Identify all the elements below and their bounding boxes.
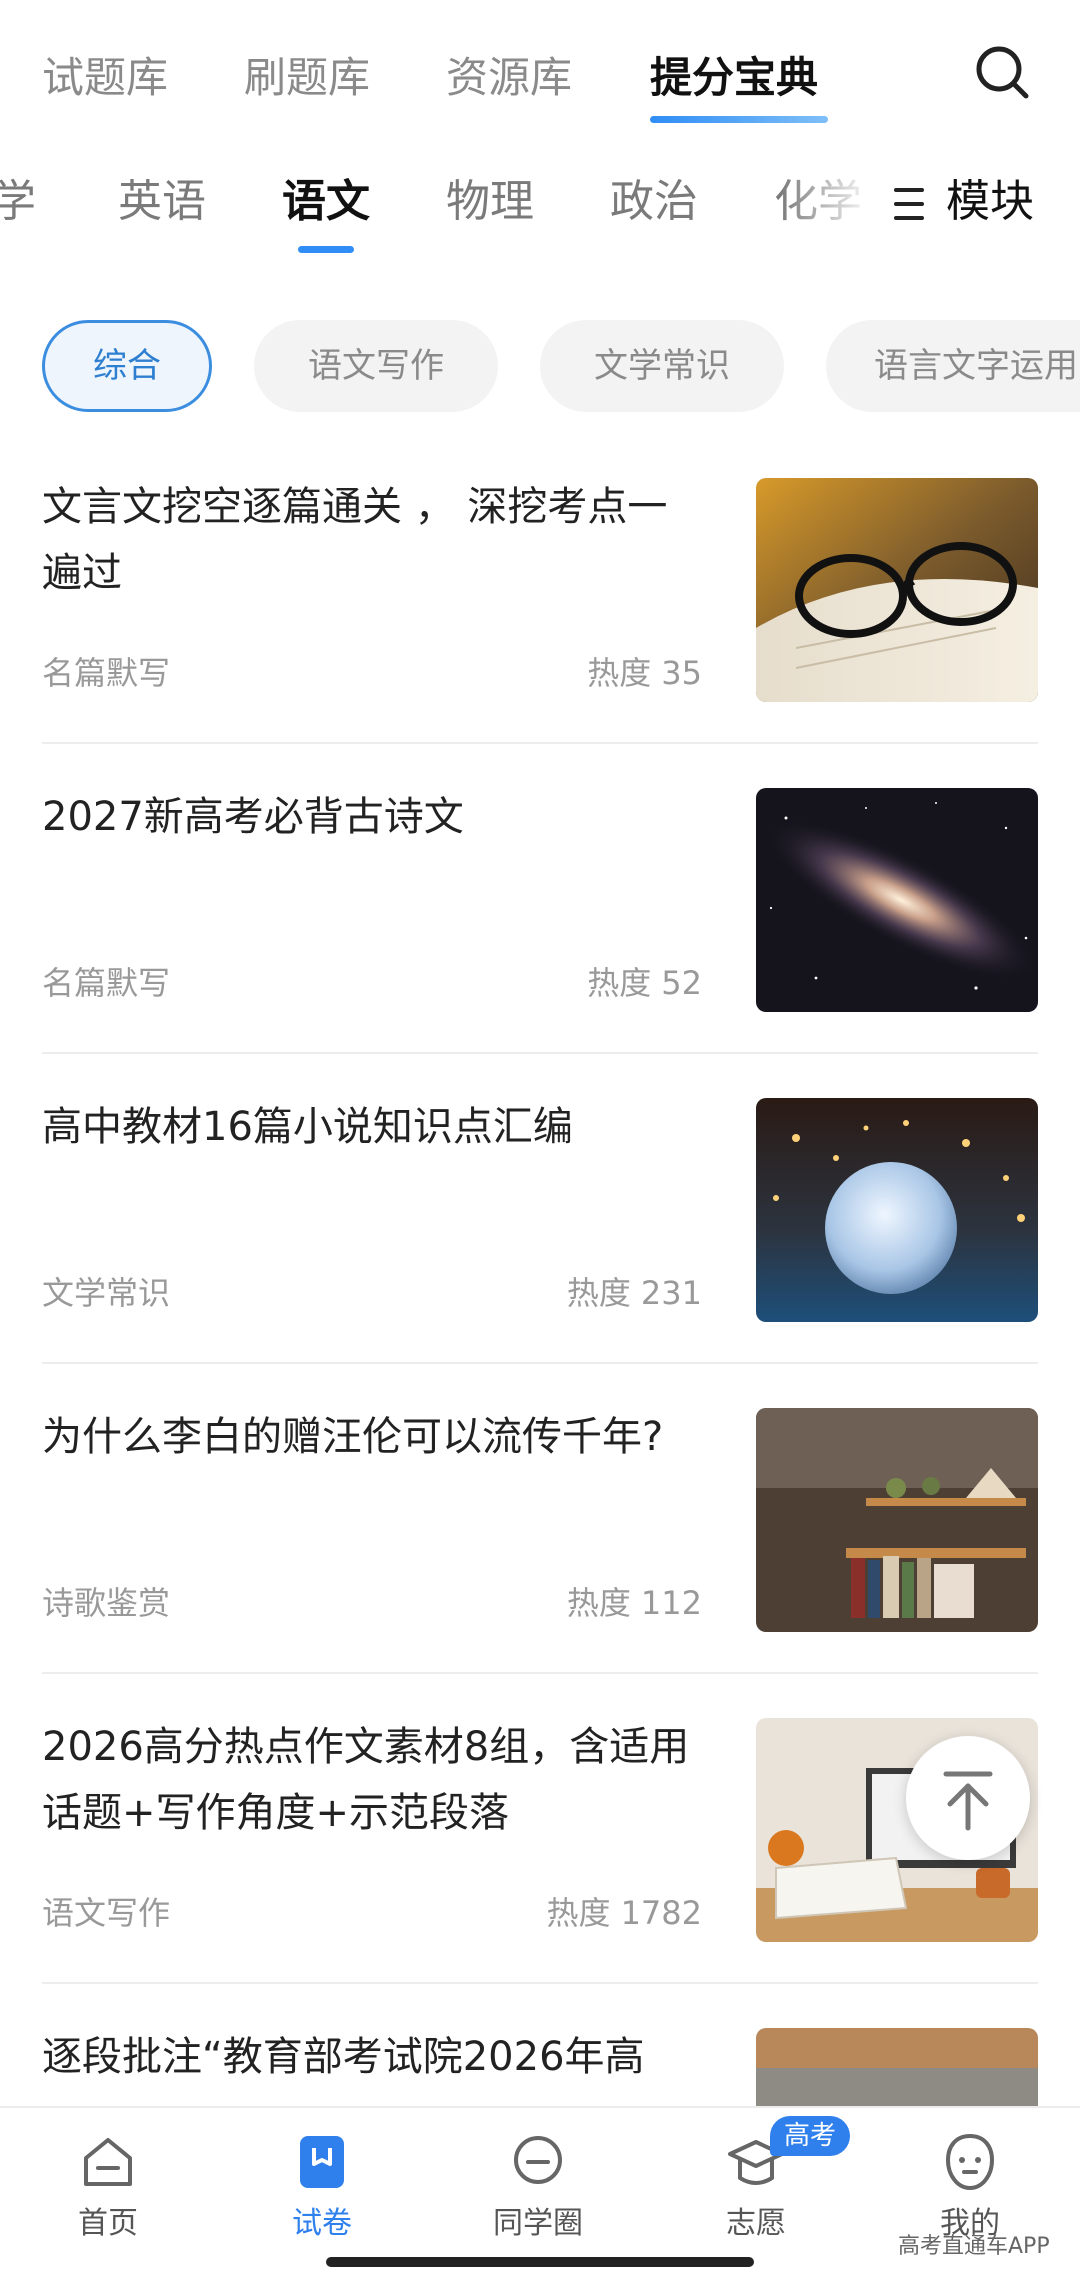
subject-tab-math[interactable]: 学 <box>0 172 36 232</box>
filter-chips: 综合 语文写作 文学常识 语言文字运用 <box>0 320 1080 412</box>
subject-tab-physics[interactable]: 物理 <box>446 172 534 232</box>
nav-papers[interactable]: 试卷 <box>242 2122 402 2252</box>
article-tag: 语文写作 <box>42 1894 171 1932</box>
article-title: 逐段批注“教育部考试院2026年高 <box>42 2034 645 2080</box>
article-heat: 热度 112 <box>566 1584 702 1622</box>
article-thumbnail <box>756 1408 1038 1632</box>
list-item[interactable]: 2027新高考必背古诗文 名篇默写 热度 52 <box>42 784 1038 1094</box>
tab-practice-bank[interactable]: 刷题库 <box>244 48 370 108</box>
tab-score-guide[interactable]: 提分宝典 <box>650 48 818 108</box>
divider <box>42 1362 1038 1364</box>
list-item[interactable]: 2026高分热点作文素材8组，含适用话题+写作角度+示范段落 语文写作 热度 17… <box>42 1714 1038 2024</box>
divider <box>42 1672 1038 1674</box>
subject-tab-politics[interactable]: 政治 <box>610 172 698 232</box>
article-thumbnail <box>756 478 1038 702</box>
menu-icon <box>894 188 924 222</box>
arrow-up-icon <box>943 1771 993 1831</box>
active-tab-underline <box>650 116 828 123</box>
divider <box>42 1982 1038 1984</box>
divider <box>42 1052 1038 1054</box>
back-to-top-button[interactable] <box>906 1736 1030 1860</box>
subject-tab-chinese[interactable]: 语文 <box>282 172 370 232</box>
article-title: 2027新高考必背古诗文 <box>42 794 464 840</box>
article-heat: 热度 35 <box>587 654 702 692</box>
article-tag: 文学常识 <box>42 1274 171 1312</box>
article-tag: 名篇默写 <box>42 964 171 1002</box>
chip-comprehensive[interactable]: 综合 <box>42 320 212 412</box>
article-heat: 热度 52 <box>587 964 702 1002</box>
nav-home-label: 首页 <box>78 2206 138 2241</box>
article-thumbnail <box>756 1098 1038 1322</box>
profile-icon <box>945 2133 995 2191</box>
chip-language-use[interactable]: 语言文字运用 <box>826 320 1080 412</box>
article-heat: 热度 231 <box>566 1274 702 1312</box>
article-tag: 诗歌鉴赏 <box>42 1584 171 1622</box>
chip-literature[interactable]: 文学常识 <box>540 320 784 412</box>
tab-question-bank[interactable]: 试题库 <box>42 48 168 108</box>
module-label: 模块 <box>946 176 1034 227</box>
nav-home[interactable]: 首页 <box>28 2122 188 2252</box>
search-icon <box>976 46 1029 99</box>
article-title: 高中教材16篇小说知识点汇编 <box>42 1104 573 1150</box>
list-item[interactable]: 高中教材16篇小说知识点汇编 文学常识 热度 231 <box>42 1094 1038 1404</box>
list-item[interactable]: 为什么李白的赠汪伦可以流传千年? 诗歌鉴赏 热度 112 <box>42 1404 1038 1714</box>
gaokao-badge: 高考 <box>770 2116 851 2156</box>
list-item[interactable]: 文言文挖空逐篇通关 ， 深挖考点一遍过 名篇默写 热度 35 <box>42 474 1038 784</box>
chat-icon <box>514 2136 562 2184</box>
nav-classmates[interactable]: 同学圈 <box>458 2122 618 2252</box>
article-title: 为什么李白的赠汪伦可以流传千年? <box>42 1414 664 1460</box>
tab-resource-bank[interactable]: 资源库 <box>446 48 572 108</box>
subject-fade <box>780 160 890 270</box>
subject-tab-english[interactable]: 英语 <box>118 172 206 232</box>
home-indicator[interactable] <box>326 2257 754 2267</box>
article-heat: 热度 1782 <box>546 1894 702 1932</box>
article-tag: 名篇默写 <box>42 654 171 692</box>
module-button[interactable]: 模块 <box>880 160 1080 270</box>
article-title: 文言文挖空逐篇通关 ， 深挖考点一遍过 <box>42 484 668 596</box>
chip-writing[interactable]: 语文写作 <box>254 320 498 412</box>
article-title: 2026高分热点作文素材8组，含适用话题+写作角度+示范段落 <box>42 1724 690 1836</box>
nav-classmates-label: 同学圈 <box>493 2206 583 2241</box>
top-nav: 试题库 刷题库 资源库 提分宝典 <box>0 0 1080 150</box>
app-watermark: 高考直通车APP <box>898 2234 1050 2259</box>
nav-applications-label: 志愿 <box>726 2206 786 2241</box>
subject-underline <box>298 246 354 253</box>
article-thumbnail <box>756 788 1038 1012</box>
subject-tabs: 学 英语 语文 物理 政治 化学 模块 <box>0 160 1080 270</box>
home-icon <box>84 2138 132 2186</box>
nav-papers-label: 试卷 <box>292 2206 352 2241</box>
paper-icon <box>300 2136 344 2188</box>
search-button[interactable] <box>972 42 1034 104</box>
divider <box>42 742 1038 744</box>
